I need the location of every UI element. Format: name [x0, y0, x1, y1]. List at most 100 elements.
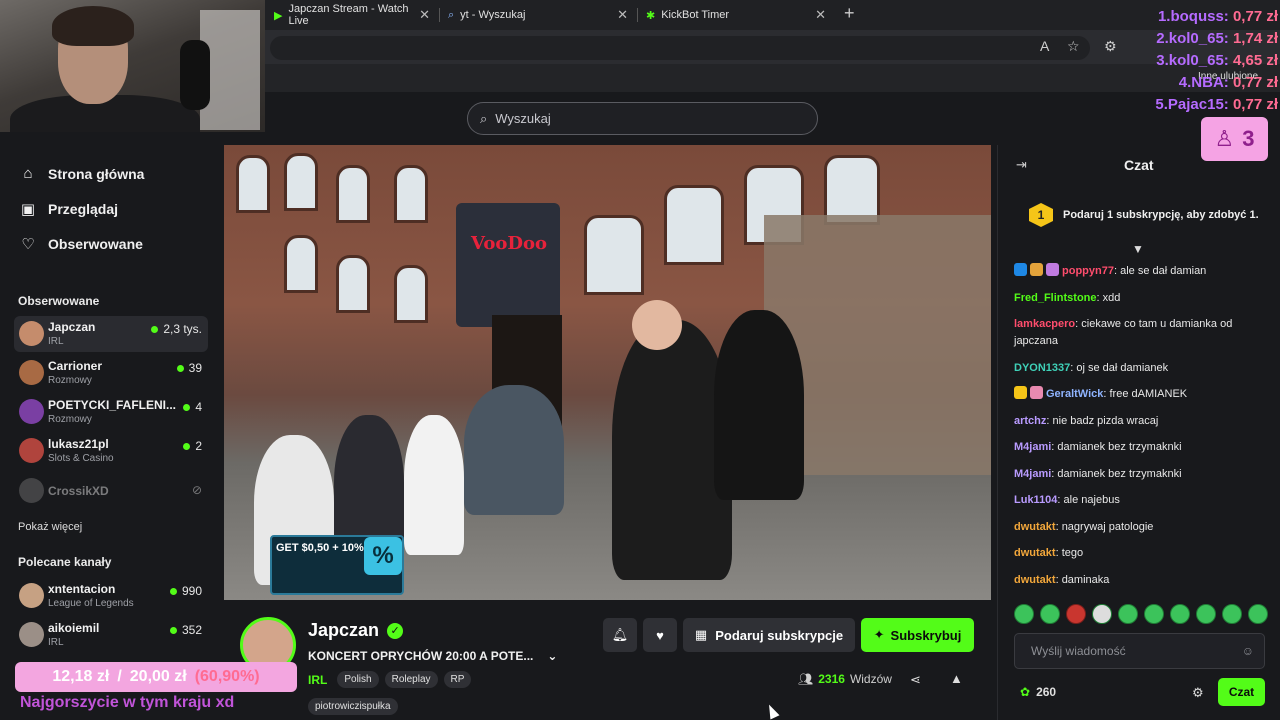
chat-badge-icon — [1014, 386, 1027, 399]
chat-username[interactable]: Luk1104 — [1014, 494, 1057, 506]
subscribe-button[interactable]: ✦ Subskrybuj — [861, 618, 974, 652]
chat-username[interactable]: M4jami — [1014, 441, 1051, 453]
tab-japczan[interactable]: ▶ Japczan Stream - Watch Live ✕ — [266, 2, 438, 28]
gift-icon: ▦ — [694, 627, 708, 642]
chat-username[interactable]: dwutakt — [1014, 547, 1056, 559]
tab-label: Japczan Stream - Watch Live — [288, 3, 409, 27]
nav-browse[interactable]: ▣ Przeglądaj — [20, 200, 118, 218]
search-input[interactable]: ⌕ Wyszukaj — [467, 102, 818, 135]
viewer-count-value: 4 — [195, 400, 202, 414]
sidebar-channel-lukasz21pl[interactable]: lukasz21pl Slots & Casino 2 — [14, 433, 208, 469]
channel-category: Rozmowy — [48, 375, 92, 386]
webcam-person-hair — [52, 6, 134, 46]
emote-icon[interactable] — [1066, 604, 1086, 624]
emote-icon[interactable] — [1092, 604, 1112, 624]
emote-icon[interactable] — [1118, 604, 1138, 624]
new-tab-icon[interactable]: + — [844, 3, 855, 24]
star-icon[interactable]: ☆ — [1067, 38, 1080, 55]
tag-rp[interactable]: RP — [443, 671, 472, 688]
gift-subscription-button[interactable]: ▦ Podaruj subskrypcje — [683, 618, 855, 652]
channel-name: aikoiemil — [48, 621, 100, 635]
emote-icon[interactable] — [1222, 604, 1242, 624]
donation-current: 12,18 zł — [52, 668, 110, 685]
chat-username[interactable]: M4jami — [1014, 468, 1051, 480]
emote-icon[interactable] — [1014, 604, 1034, 624]
sidebar-channel-japczan[interactable]: Japczan IRL 2,3 tys. — [14, 316, 208, 352]
stream-title-text: KONCERT OPRYCHÓW 20:00 A POTE... — [308, 649, 534, 663]
sidebar-channel-poetycki[interactable]: POETYCKI_FAFLENI... Rozmowy 4 — [14, 394, 208, 430]
chat-send-button[interactable]: Czat — [1218, 678, 1265, 706]
channel-points[interactable]: ✿ 260 — [1020, 685, 1056, 699]
pinned-toggle-icon[interactable]: ▼ — [1132, 242, 1144, 256]
avatar — [19, 438, 44, 463]
category-link[interactable]: IRL — [308, 673, 327, 687]
viewer-count-value: 2,3 tys. — [163, 322, 202, 336]
video-player[interactable]: VooDoo GET $0,50 + 10% % — [224, 145, 991, 600]
close-icon[interactable]: ✕ — [815, 7, 826, 23]
leaderboard-rank: 2. — [1156, 30, 1169, 47]
live-dot-icon — [169, 587, 177, 595]
person-head — [632, 300, 682, 350]
channel-category: Rozmowy — [48, 414, 92, 425]
gear-icon[interactable]: ⚙ — [1192, 685, 1204, 701]
viewer-count: 2 — [183, 439, 202, 453]
emote-icon[interactable] — [1196, 604, 1216, 624]
sidebar-channel-xntentacion[interactable]: xntentacion League of Legends 990 — [14, 578, 208, 614]
chat-username[interactable]: GeraltWick — [1046, 388, 1103, 400]
viewer-count-overlay: ♙ 3 — [1201, 117, 1268, 161]
nav-home[interactable]: ⌂ Strona główna — [20, 165, 144, 182]
emote-icon[interactable] — [1144, 604, 1164, 624]
nav-label: Przeglądaj — [48, 201, 119, 217]
gift-sub-banner[interactable]: 1 Podaruj 1 subskrypcję, aby zdobyć 1. — [1003, 195, 1276, 235]
stream-title: KONCERT OPRYCHÓW 20:00 A POTE... ⌄ — [308, 649, 557, 663]
report-icon[interactable]: ▲ — [950, 671, 963, 686]
chat-username[interactable]: lamkacpero — [1014, 318, 1075, 330]
follow-button[interactable]: ♥ — [643, 618, 677, 652]
streamer-name[interactable]: Japczan ✓ — [308, 620, 404, 641]
close-icon[interactable]: ✕ — [419, 7, 430, 23]
address-input[interactable] — [270, 36, 1090, 60]
read-aloud-icon[interactable]: A — [1040, 38, 1049, 54]
live-dot-icon — [169, 626, 177, 634]
tab-yt-search[interactable]: ⌕ yt - Wyszukaj ✕ — [440, 2, 636, 28]
chat-username[interactable]: dwutakt — [1014, 521, 1056, 533]
emoji-icon[interactable]: ☺ — [1242, 644, 1254, 658]
emote-icon[interactable] — [1248, 604, 1268, 624]
chat-username[interactable]: dwutakt — [1014, 574, 1056, 586]
chat-message: dwutakt: nagrywaj patologie — [1014, 519, 1264, 536]
chat-username[interactable]: poppyn77 — [1062, 265, 1114, 277]
chat-text: damianek bez trzymaknki — [1057, 468, 1182, 480]
chat-username[interactable]: DYON1337 — [1014, 362, 1070, 374]
tag-polish[interactable]: Polish — [337, 671, 379, 688]
nav-label: Strona główna — [48, 165, 145, 182]
tag-roleplay[interactable]: Roleplay — [384, 671, 438, 688]
nav-following[interactable]: ♡ Obserwowane — [20, 235, 143, 253]
points-icon: ✿ — [1020, 685, 1031, 699]
live-dot-icon — [176, 364, 184, 372]
tab-kickbot-timer[interactable]: ✱ KickBot Timer ✕ — [638, 2, 834, 28]
leaderboard-amount: 4,65 zł — [1232, 52, 1278, 69]
notifications-button[interactable]: 🔔︎ — [603, 618, 637, 652]
sidebar-channel-crossikxd[interactable]: CrossikXD ⊘ — [14, 473, 208, 509]
emote-icon[interactable] — [1040, 604, 1060, 624]
chat-badge-icon — [1030, 386, 1043, 399]
collapse-chat-icon[interactable]: ⇥ — [1016, 157, 1027, 173]
extensions-icon[interactable]: ⚙ — [1104, 38, 1117, 55]
share-icon[interactable]: ⋖ — [910, 672, 921, 688]
show-more-link[interactable]: Pokaż więcej — [18, 521, 82, 533]
emote-icon[interactable] — [1170, 604, 1190, 624]
browse-icon: ▣ — [20, 201, 36, 218]
donation-message: Najgorszycie w tym kraju xd — [20, 694, 235, 711]
chat-message-input[interactable]: Wyślij wiadomość ☺ — [1014, 633, 1265, 669]
viewer-count-number: 2316 — [818, 672, 845, 686]
chevron-down-icon[interactable]: ⌄ — [547, 649, 557, 663]
chat-text: daminaka — [1061, 574, 1110, 586]
sidebar-channel-carrioner[interactable]: Carrioner Rozmowy 39 — [14, 355, 208, 391]
chat-username[interactable]: Fred_Flintstone — [1014, 292, 1097, 304]
chat-message: artchz: nie badz pizda wracaj — [1014, 413, 1264, 430]
sidebar-channel-aikoiemil[interactable]: aikoiemil IRL 352 — [14, 617, 208, 653]
chat-badge-icon — [1014, 263, 1027, 276]
chat-username[interactable]: artchz — [1014, 415, 1046, 427]
tag-extra[interactable]: piotrowiczispułka — [308, 698, 398, 715]
close-icon[interactable]: ✕ — [617, 7, 628, 23]
